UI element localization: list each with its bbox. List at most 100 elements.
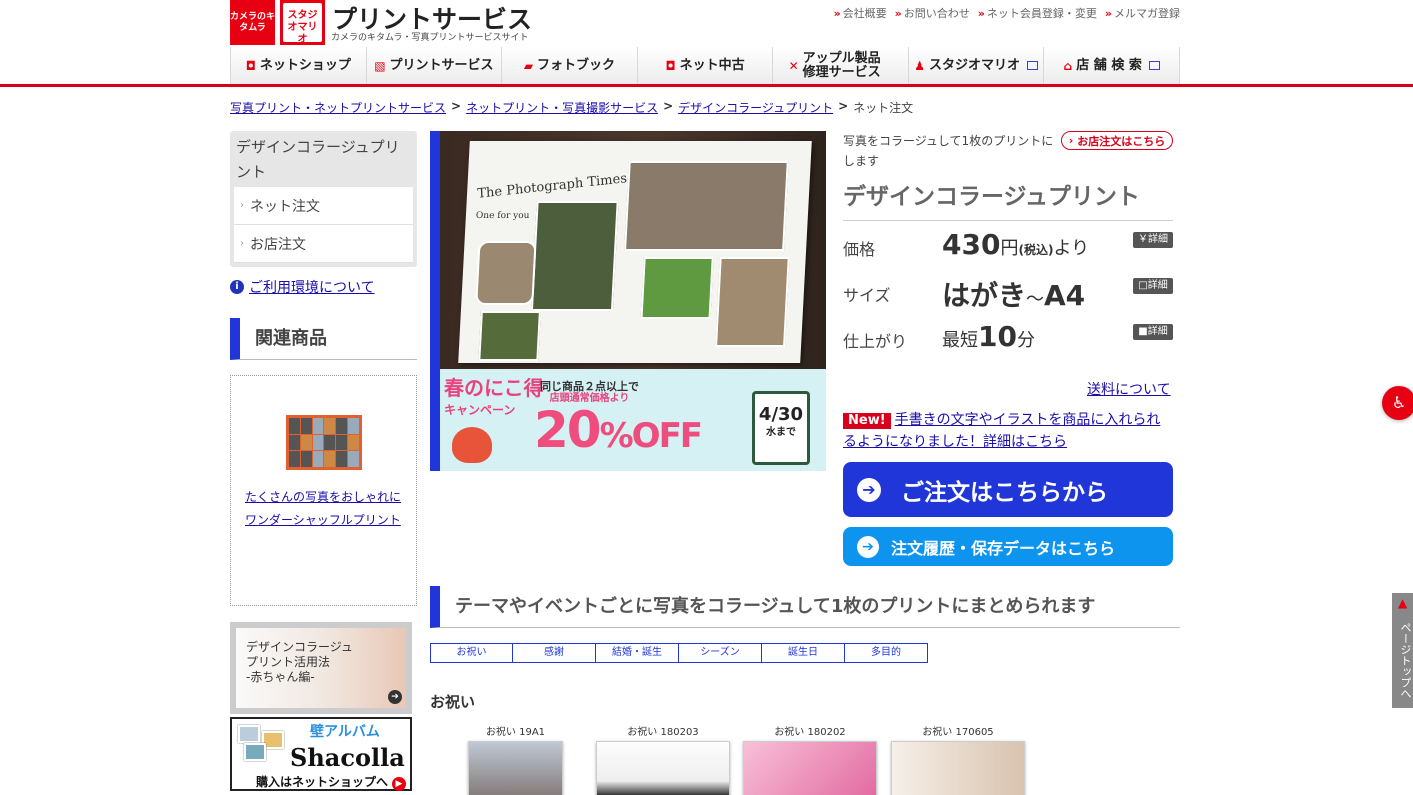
collage-tips-banner[interactable]: デザインコラージュ プリント活用法 -赤ちゃん編- ➔ xyxy=(230,622,412,714)
breadcrumb-link-collage[interactable]: デザインコラージュプリント xyxy=(678,99,833,116)
tools-icon: ✕ xyxy=(788,58,799,73)
collage-sample: The Photograph Times One for you xyxy=(458,141,812,363)
tab-celebration[interactable]: お祝い xyxy=(430,643,513,663)
env-link[interactable]: i ご利用環境について xyxy=(230,277,375,297)
tab-season[interactable]: シーズン xyxy=(679,643,762,663)
shacolla-tagline: 壁アルバム xyxy=(310,724,380,740)
product-name: デザインコラージュプリント xyxy=(843,177,1173,221)
breadcrumb-separator: > xyxy=(663,99,674,113)
double-chevron-icon: » xyxy=(977,7,985,20)
side-menu: デザインコラージュプリント › ネット注文 › お店注文 xyxy=(230,131,417,267)
design-item[interactable]: お祝い 170605 xyxy=(891,723,1025,795)
nav-net-shop[interactable]: ◘ ネットショップ xyxy=(230,47,367,84)
order-history-button[interactable]: ➔ 注文履歴・保存データはこちら xyxy=(843,527,1173,566)
dotted-chevron-icon: › xyxy=(240,200,244,211)
spec-price: 価格 430円(税込)より ￥詳細 xyxy=(843,228,1173,272)
spec-value: はがき～A4 xyxy=(942,279,1086,312)
shacolla-cta: 購入はネットショップへ ▶ xyxy=(256,773,407,791)
price-detail-button[interactable]: ￥詳細 xyxy=(1133,232,1173,248)
tab-multipurpose[interactable]: 多目的 xyxy=(845,643,928,663)
banner-line: プリント活用法 xyxy=(246,655,331,669)
nav-photobook[interactable]: ▰ フォトブック xyxy=(502,47,638,84)
section-heading: お祝い xyxy=(430,693,476,711)
nav-apple-repair[interactable]: ✕ アップル製品 修理サービス xyxy=(773,47,909,84)
hero-image: The Photograph Times One for you 春のにこ得 キャ… xyxy=(430,131,826,471)
design-label: お祝い 19A1 xyxy=(485,727,546,738)
env-link-text[interactable]: ご利用環境について xyxy=(249,277,375,297)
tab-thanks[interactable]: 感謝 xyxy=(513,643,596,663)
theme-tabs: お祝い 感謝 結婚・誕生 シーズン 誕生日 多目的 xyxy=(430,643,928,663)
design-thumbnail[interactable] xyxy=(596,741,730,795)
design-item[interactable]: お祝い 19A1 xyxy=(468,723,563,795)
new-feature-note: New! 手書きの文字やイラストを商品に入れられるようになりました！詳細はこちら xyxy=(843,409,1173,453)
related-product-image[interactable] xyxy=(286,415,362,470)
spec-size: サイズ はがき～A4 □詳細 xyxy=(843,278,1173,318)
shacolla-banner[interactable]: 壁アルバム Shacolla 購入はネットショップへ ▶ xyxy=(230,717,412,791)
spec-value: 最短10分 xyxy=(942,320,1035,353)
studio-mario-logo[interactable]: スタジオマリオ xyxy=(280,0,325,45)
arrow-right-icon: ▶ xyxy=(392,777,407,791)
design-thumbnail[interactable] xyxy=(468,741,563,795)
nav-underline xyxy=(0,84,1413,87)
design-label: お祝い 180203 xyxy=(627,727,699,738)
nav-print-service[interactable]: ▧ プリントサービス xyxy=(367,47,503,84)
shacolla-name: Shacolla xyxy=(290,743,405,772)
sample-subtitle: One for you xyxy=(475,211,530,221)
design-item[interactable]: お祝い 180202 xyxy=(743,723,877,795)
tab-birthday[interactable]: 誕生日 xyxy=(762,643,845,663)
campaign-deadline: 4/30 水まで xyxy=(752,391,810,465)
arrow-right-icon: ➔ xyxy=(857,477,881,502)
related-heading: 関連商品 xyxy=(230,318,417,360)
side-menu-item-store-order[interactable]: › お店注文 xyxy=(234,225,413,263)
util-link-member[interactable]: » ネット会員登録・変更 xyxy=(978,5,1097,21)
banner-line: -赤ちゃん編- xyxy=(246,670,315,684)
hat-illustration xyxy=(452,427,492,463)
breadcrumb-link-print[interactable]: 写真プリント・ネットプリントサービス xyxy=(230,99,446,116)
info-icon: i xyxy=(230,280,244,294)
sample-title: The Photograph Times xyxy=(477,171,628,202)
breadcrumb: 写真プリント・ネットプリントサービス > ネットプリント・写真撮影サービス > … xyxy=(230,99,913,116)
util-link-company[interactable]: » 会社概要 xyxy=(834,5,887,21)
photo-icon: ▧ xyxy=(374,58,386,73)
campaign-title: 春のにこ得 キャンペーン xyxy=(444,376,544,417)
global-nav: ◘ ネットショップ ▧ プリントサービス ▰ フォトブック ◘ ネット中古 ✕ アップル製… xyxy=(230,47,1181,84)
arrow-up-icon: ▲ xyxy=(1398,596,1408,610)
utility-links: » 会社概要 » お問い合わせ » ネット会員登録・変更 » メルマガ登録 xyxy=(834,5,1180,21)
site-subtitle: カメラのキタムラ・写真プリントサービスサイト xyxy=(331,33,529,43)
order-button[interactable]: ➔ ご注文はこちらから xyxy=(843,462,1173,517)
tab-wedding-birth[interactable]: 結婚・誕生 xyxy=(596,643,679,663)
breadcrumb-current: ネット注文 xyxy=(853,101,914,115)
external-window-icon xyxy=(1027,61,1039,70)
breadcrumb-separator: > xyxy=(451,99,462,113)
related-product-link[interactable]: たくさんの写真をおしゃれにワンダーシャッフルプリント xyxy=(245,486,405,532)
external-window-icon xyxy=(1148,61,1160,70)
design-thumbnail[interactable] xyxy=(891,741,1025,795)
breadcrumb-link-netprint[interactable]: ネットプリント・写真撮影サービス xyxy=(466,99,658,116)
page-top-button[interactable]: ページトップへ xyxy=(1392,593,1413,708)
finish-detail-button[interactable]: ■詳細 xyxy=(1133,324,1173,340)
arrow-right-icon: ➔ xyxy=(388,690,402,704)
nav-studio-mario[interactable]: ♟ スタジオマリオ xyxy=(909,47,1045,84)
store-order-button[interactable]: › お店注文はこちら xyxy=(1061,131,1173,150)
double-chevron-icon: » xyxy=(833,7,841,20)
double-chevron-icon: » xyxy=(894,7,902,20)
related-product-card: たくさんの写真をおしゃれにワンダーシャッフルプリント xyxy=(230,375,417,606)
banner-line: デザインコラージュ xyxy=(246,640,353,654)
side-menu-title: デザインコラージュプリント xyxy=(236,138,400,181)
design-item[interactable]: お祝い 180203 xyxy=(596,723,730,795)
campaign-banner[interactable]: 春のにこ得 キャンペーン 同じ商品２点以上で 店頭通常価格より 20%OFF 4/3… xyxy=(440,369,826,471)
util-link-contact[interactable]: » お問い合わせ xyxy=(895,5,970,21)
shipping-link[interactable]: 送料について xyxy=(1087,379,1171,399)
nav-used[interactable]: ◘ ネット中古 xyxy=(638,47,774,84)
accessibility-icon[interactable]: ♿ xyxy=(1382,386,1413,420)
side-menu-item-net-order[interactable]: › ネット注文 xyxy=(234,187,413,225)
nav-store-search[interactable]: ⌂ 店 舗 検 索 xyxy=(1044,47,1181,84)
spec-label: 仕上がり xyxy=(843,332,908,351)
design-thumbnail[interactable] xyxy=(743,741,877,795)
util-link-newsletter[interactable]: » メルマガ登録 xyxy=(1105,5,1180,21)
size-detail-button[interactable]: □詳細 xyxy=(1133,278,1173,294)
chevron-right-icon: › xyxy=(1068,134,1074,147)
arrow-right-icon: ➔ xyxy=(857,535,879,558)
kitamura-logo[interactable]: カメラのキタムラ xyxy=(230,0,275,45)
camera-icon: ◘ xyxy=(245,58,256,73)
